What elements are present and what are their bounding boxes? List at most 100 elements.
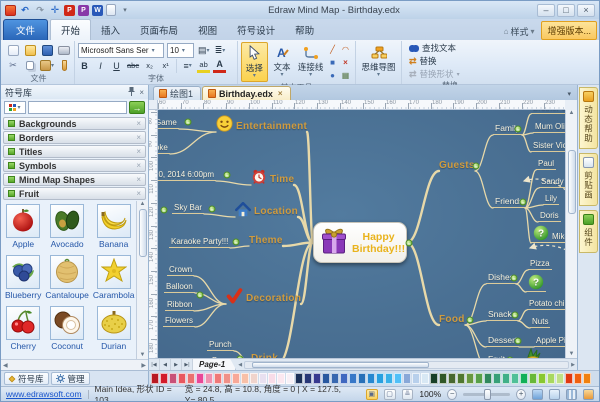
collapse-control[interactable] [233,239,240,246]
close-button[interactable]: × [577,4,595,17]
palette-swatch[interactable] [583,373,591,384]
library-category-titles[interactable]: Titles× [3,145,146,158]
print-icon[interactable] [57,43,71,57]
mindmap-node-drink[interactable]: Drink [251,353,278,358]
fruit-item-coconut[interactable]: Coconut [45,306,88,351]
mindmap-node-punch[interactable]: Punch [207,340,234,351]
tab-page-layout[interactable]: 页面布局 [130,20,188,40]
mindmap-node-ribbon[interactable]: Ribbon [165,300,194,311]
fruit-item-cantaloupe[interactable]: Cantaloupe [45,255,88,300]
mindmap-node-nuts[interactable]: Nuts [530,317,550,328]
italic-button[interactable]: I [94,59,107,73]
library-filter-button[interactable]: ▾ [4,101,26,114]
pan-tool-icon[interactable]: ✛ [49,4,61,16]
upgrade-button[interactable]: 增强版本... [541,21,597,40]
side-tab-component[interactable]: 组件 [579,210,598,253]
palette-swatch[interactable] [520,373,528,384]
tab-help[interactable]: 帮助 [285,20,324,40]
palette-swatch[interactable] [385,373,393,384]
mindmap-node-kparty[interactable]: Karaoke Party!!! [169,237,230,248]
collapse-control[interactable] [473,163,480,170]
pin-icon[interactable] [128,87,135,98]
mindmap-node-main-idea[interactable]: HappyBirthday!!! [313,222,407,263]
export-ppt-icon[interactable]: P [78,5,89,16]
canvas-vertical-scrollbar[interactable]: ▲▼ [565,110,577,358]
library-search-input[interactable] [28,101,127,114]
mindmap-node-doris[interactable]: Doris [538,211,561,222]
mindmap-node-potato[interactable]: Potato chips [527,299,565,310]
document-tab--1[interactable]: 绘图1 [153,86,201,100]
bold-button[interactable]: B [78,59,91,73]
customize-qat-icon[interactable]: ▾ [119,4,131,16]
mindmap-node-sister[interactable]: Sister Vicky [531,141,565,152]
library-category-symbols[interactable]: Symbols× [3,159,146,172]
subscript-button[interactable]: x₂ [143,59,156,73]
panel-close-icon[interactable]: × [139,88,144,97]
line-spacing-button[interactable]: ≡▾ [181,59,194,73]
library-category-backgrounds[interactable]: Backgrounds× [3,117,146,130]
palette-swatch[interactable] [376,373,384,384]
connector-tool-button[interactable]: 连接线▾ [296,42,325,82]
fruit-item-carambola[interactable]: Carambola [93,255,135,300]
text-tool-button[interactable]: A 文本▾ [269,42,295,82]
minimize-button[interactable]: – [537,4,555,17]
format-painter-icon[interactable] [57,58,71,72]
zoom-slider[interactable] [463,393,510,396]
palette-swatch[interactable] [412,373,420,384]
palette-swatch[interactable] [529,373,537,384]
mindmap-node-pizza[interactable]: Pizza [528,259,552,270]
font-size-select[interactable]: 10▾ [167,43,194,58]
mindmap-node-balloon[interactable]: Balloon [164,282,195,293]
fruit-item-cherry[interactable]: Cherry [5,306,41,351]
close-tab-icon[interactable]: × [278,89,283,98]
mindmap-node-unknown[interactable]: ? [526,274,546,292]
zoom-out-button[interactable]: − [447,389,457,400]
mindmap-node-pineapple[interactable] [518,348,548,358]
mindmap-node-flowers[interactable]: Flowers [163,316,195,327]
mindmap-node-paul[interactable]: Paul [536,159,556,170]
palette-swatch[interactable] [565,373,573,384]
canvas-horizontal-scrollbar[interactable]: ◀▶ [236,359,577,370]
category-close-icon[interactable]: × [136,133,141,142]
underline-button[interactable]: U [110,59,123,73]
file-tab[interactable]: 文件 [3,19,48,40]
panel-horizontal-scrollbar[interactable]: ◀▶ [1,359,148,370]
category-close-icon[interactable]: × [136,161,141,170]
style-button[interactable]: ⌂样式▾ [500,23,539,40]
view-normal-button[interactable]: ▣ [366,389,378,400]
panel-vertical-scrollbar[interactable]: ▲▼ [136,201,148,359]
mindmap-node-sandy[interactable]: Sandy [539,177,565,188]
tab-insert[interactable]: 插入 [91,20,130,40]
category-close-icon[interactable]: × [136,119,141,128]
collapse-control[interactable] [512,312,519,319]
document-tab-birthday-edx[interactable]: Birthday.edx× [202,86,291,100]
prev-page-button[interactable]: ◀ [160,359,171,370]
next-page-button[interactable]: ▶ [171,359,182,370]
category-close-icon[interactable]: × [136,189,141,198]
fruit-item-avocado[interactable]: Avocado [45,204,88,249]
superscript-button[interactable]: x¹ [159,59,172,73]
palette-swatch[interactable] [538,373,546,384]
zoom-in-button[interactable]: + [516,389,526,400]
palette-swatch[interactable] [484,373,492,384]
collapse-control[interactable] [197,292,204,299]
app-logo-icon[interactable] [5,5,16,16]
save-icon[interactable] [40,43,54,57]
rectangle-tool-icon[interactable] [326,56,339,69]
highlight-color-button[interactable]: ab [197,59,210,73]
view-print-button[interactable]: ≞ [402,389,414,400]
mindmap-node-location[interactable]: Location [235,202,298,217]
paste-icon[interactable]: ▾ [40,58,54,72]
undo-icon[interactable]: ↶ [19,4,31,16]
palette-swatch[interactable] [439,373,447,384]
fruit-item-apple[interactable]: Apple [5,204,41,249]
palette-swatch[interactable] [394,373,402,384]
collapse-control[interactable] [515,126,522,133]
cut-icon[interactable]: ✂ [6,58,20,72]
arc-tool-icon[interactable] [339,43,352,56]
print-preview-icon[interactable] [106,4,116,16]
collapse-control[interactable] [511,275,518,282]
strikethrough-button[interactable]: abc [126,59,140,73]
palette-swatch[interactable] [502,373,510,384]
mindmap-node-skybar[interactable]: Sky Bar [172,203,204,214]
